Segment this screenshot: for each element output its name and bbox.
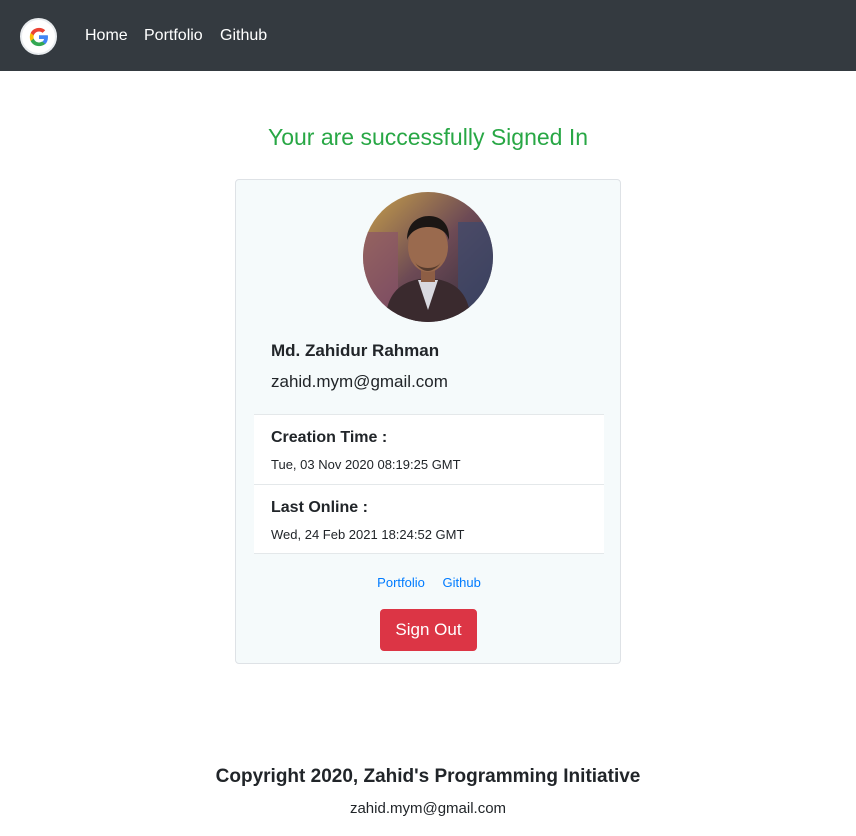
card-link-github[interactable]: Github bbox=[443, 575, 481, 590]
last-online-label: Last Online : bbox=[271, 499, 368, 516]
nav-link-github[interactable]: Github bbox=[220, 26, 267, 46]
google-logo-button[interactable] bbox=[20, 18, 57, 55]
list-item: Last Online : Wed, 24 Feb 2021 18:24:52 … bbox=[254, 484, 604, 554]
profile-email: zahid.mym@gmail.com bbox=[271, 372, 448, 391]
account-details-list: Creation Time : Tue, 03 Nov 2020 08:19:2… bbox=[254, 414, 604, 554]
avatar bbox=[363, 192, 493, 322]
sign-out-button[interactable]: Sign Out bbox=[380, 609, 477, 651]
creation-time-label: Creation Time : bbox=[271, 429, 388, 446]
profile-name: Md. Zahidur Rahman bbox=[271, 341, 440, 360]
card-links: Portfolio Github bbox=[236, 574, 622, 592]
navbar: Home Portfolio Github bbox=[0, 0, 856, 71]
nav-link-home[interactable]: Home bbox=[85, 26, 128, 46]
list-item: Creation Time : Tue, 03 Nov 2020 08:19:2… bbox=[254, 414, 604, 484]
footer-copyright: Copyright 2020, Zahid's Programming Init… bbox=[215, 766, 641, 787]
google-icon bbox=[29, 27, 48, 46]
footer-email: zahid.mym@gmail.com bbox=[349, 800, 507, 817]
signed-in-heading: Your are successfully Signed In bbox=[267, 124, 589, 150]
profile-photo bbox=[363, 192, 493, 322]
creation-time-value: Tue, 03 Nov 2020 08:19:25 GMT bbox=[271, 457, 461, 472]
card-link-portfolio[interactable]: Portfolio bbox=[377, 575, 425, 590]
nav-link-portfolio[interactable]: Portfolio bbox=[144, 26, 203, 46]
last-online-value: Wed, 24 Feb 2021 18:24:52 GMT bbox=[271, 527, 465, 542]
profile-card: Md. Zahidur Rahman zahid.mym@gmail.com C… bbox=[235, 179, 621, 664]
